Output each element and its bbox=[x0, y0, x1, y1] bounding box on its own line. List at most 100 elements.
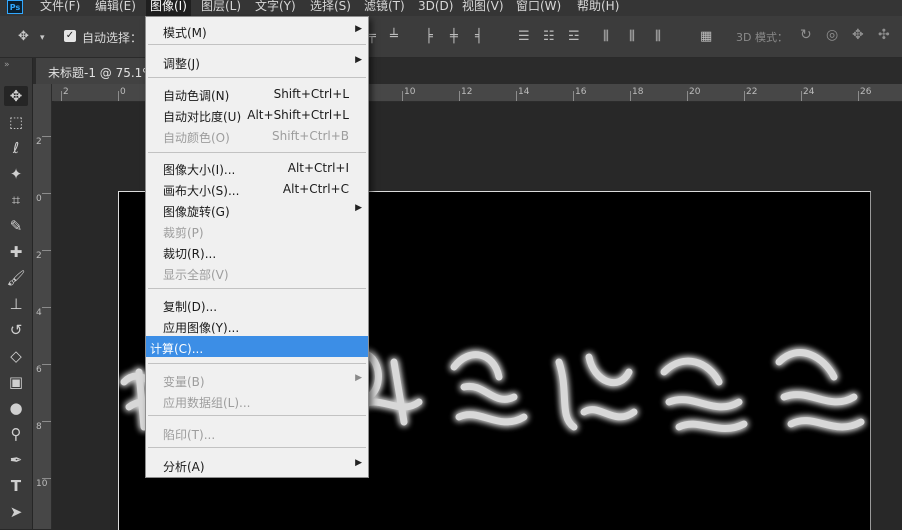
menu-image[interactable]: 图像(I) bbox=[146, 0, 191, 16]
auto-select-checkbox[interactable]: ✓ bbox=[64, 30, 76, 42]
menu-item-label: 变量(B) bbox=[163, 375, 205, 389]
menu-item-label: 模式(M) bbox=[163, 26, 207, 40]
distribute-left-icon[interactable]: ⫼ bbox=[603, 29, 609, 44]
clone-stamp-tool-icon[interactable]: ⊥ bbox=[4, 294, 28, 314]
ruler-h-label: 16 bbox=[575, 87, 587, 97]
menu-item-trim[interactable]: 裁切(R)... bbox=[146, 241, 368, 262]
gradient-tool-icon[interactable]: ▣ bbox=[4, 372, 28, 392]
menu-item-calculations[interactable]: 计算(C)... bbox=[146, 336, 368, 357]
menu-filter[interactable]: 滤镜(T) bbox=[364, 0, 405, 16]
auto-align-icon[interactable]: ▦ bbox=[700, 29, 712, 44]
ruler-h-label: 18 bbox=[632, 87, 644, 97]
menu-item-label: 自动色调(N) bbox=[163, 89, 230, 103]
distribute-bottom-icon[interactable]: ☲ bbox=[568, 29, 580, 44]
ruler-h-label: 10 bbox=[404, 87, 416, 97]
menu-file[interactable]: 文件(F) bbox=[40, 0, 80, 16]
ruler-v-label: 2 bbox=[36, 137, 42, 147]
submenu-arrow-icon: ▶ bbox=[355, 24, 362, 34]
lasso-tool-icon[interactable]: ℓ bbox=[4, 138, 28, 158]
menu-item-label: 裁切(R)... bbox=[163, 247, 217, 261]
menu-item-label: 裁剪(P) bbox=[163, 226, 204, 240]
pen-tool-icon[interactable]: ✒ bbox=[4, 450, 28, 470]
menu-item-crop: 裁剪(P) bbox=[146, 220, 368, 241]
menu-item-label: 分析(A) bbox=[163, 460, 205, 474]
path-selection-tool-icon[interactable]: ➤ bbox=[4, 502, 28, 522]
ruler-v-label: 8 bbox=[36, 422, 42, 432]
3d-roll-icon[interactable]: ◎ bbox=[826, 27, 838, 43]
marquee-tool-icon[interactable]: ⬚ bbox=[4, 112, 28, 132]
ruler-h-label: 26 bbox=[860, 87, 872, 97]
menu-item-label: 图像旋转(G) bbox=[163, 205, 230, 219]
menu-item-apply-data-set: 应用数据组(L)... bbox=[146, 390, 368, 411]
type-tool-icon[interactable]: T bbox=[4, 476, 28, 496]
3d-slide-icon[interactable]: ✣ bbox=[878, 27, 890, 43]
menu-item-image-rotation[interactable]: 图像旋转(G) ▶ bbox=[146, 199, 368, 220]
crop-tool-icon[interactable]: ⌗ bbox=[4, 190, 28, 210]
align-right-icon[interactable]: ╡ bbox=[475, 29, 483, 44]
menu-help[interactable]: 帮助(H) bbox=[577, 0, 619, 16]
3d-rotate-icon[interactable]: ↻ bbox=[800, 27, 812, 43]
menu-item-label: 计算(C)... bbox=[150, 342, 204, 356]
distribute-hcenter-icon[interactable]: ⫼ bbox=[629, 29, 635, 44]
dodge-tool-icon[interactable]: ⚲ bbox=[4, 424, 28, 444]
ruler-h-label: 14 bbox=[518, 87, 530, 97]
menu-item-auto-tone[interactable]: 自动色调(N) Shift+Ctrl+L bbox=[146, 83, 368, 104]
align-hcenter-icon[interactable]: ╪ bbox=[450, 29, 458, 44]
ruler-h-label: 20 bbox=[689, 87, 701, 97]
align-top-icon[interactable]: ╤ bbox=[368, 29, 376, 44]
ruler-v-label: 4 bbox=[36, 308, 42, 318]
menu-window[interactable]: 窗口(W) bbox=[516, 0, 561, 16]
history-brush-tool-icon[interactable]: ↺ bbox=[4, 320, 28, 340]
menu-item-label: 自动对比度(U) bbox=[163, 110, 242, 124]
menu-view[interactable]: 视图(V) bbox=[462, 0, 504, 16]
brush-tool-icon[interactable]: 🖌 bbox=[4, 268, 28, 288]
menu-item-auto-color: 自动颜色(O) Shift+Ctrl+B bbox=[146, 125, 368, 146]
menu-item-label: 图像大小(I)... bbox=[163, 163, 236, 177]
menu-item-label: 复制(D)... bbox=[163, 300, 218, 314]
menu-type[interactable]: 文字(Y) bbox=[255, 0, 296, 16]
menu-item-label: 陷印(T)... bbox=[163, 428, 216, 442]
eraser-tool-icon[interactable]: ◇ bbox=[4, 346, 28, 366]
distribute-right-icon[interactable]: ⫼ bbox=[655, 29, 661, 44]
healing-brush-tool-icon[interactable]: ✚ bbox=[4, 242, 28, 262]
toolbox-collapse-icon[interactable]: » bbox=[4, 60, 10, 70]
menu-item-trap: 陷印(T)... bbox=[146, 422, 368, 443]
menu-3d[interactable]: 3D(D) bbox=[418, 0, 453, 16]
move-tool-icon[interactable]: ✥ bbox=[4, 86, 28, 106]
menu-select[interactable]: 选择(S) bbox=[310, 0, 351, 16]
align-bottom-icon[interactable]: ╧ bbox=[390, 29, 398, 44]
menu-bar: Ps 文件(F) 编辑(E) 图像(I) 图层(L) 文字(Y) 选择(S) 滤… bbox=[0, 0, 902, 16]
menu-edit[interactable]: 编辑(E) bbox=[95, 0, 136, 16]
3d-pan-icon[interactable]: ✥ bbox=[852, 27, 864, 43]
menu-item-duplicate[interactable]: 复制(D)... bbox=[146, 294, 368, 315]
eyedropper-tool-icon[interactable]: ✎ bbox=[4, 216, 28, 236]
auto-select-label: 自动选择： bbox=[82, 31, 143, 45]
magic-wand-tool-icon[interactable]: ✦ bbox=[4, 164, 28, 184]
menu-layer[interactable]: 图层(L) bbox=[201, 0, 241, 16]
menu-item-canvas-size[interactable]: 画布大小(S)... Alt+Ctrl+C bbox=[146, 178, 368, 199]
menu-item-shortcut: Alt+Ctrl+C bbox=[282, 182, 349, 196]
align-left-icon[interactable]: ╞ bbox=[425, 29, 433, 44]
document-tab[interactable]: 未标题-1 @ 75.1% bbox=[36, 58, 154, 84]
document-tab-label: 未标题-1 @ 75.1% bbox=[48, 66, 154, 80]
distribute-top-icon[interactable]: ☰ bbox=[518, 29, 530, 44]
blur-tool-icon[interactable]: ● bbox=[4, 398, 28, 418]
ruler-h-label: 24 bbox=[803, 87, 815, 97]
menu-item-auto-contrast[interactable]: 自动对比度(U) Alt+Shift+Ctrl+L bbox=[146, 104, 368, 125]
ruler-v-label: 6 bbox=[36, 365, 42, 375]
menu-item-reveal-all: 显示全部(V) bbox=[146, 262, 368, 283]
menu-item-apply-image[interactable]: 应用图像(Y)... bbox=[146, 315, 368, 336]
menu-item-analysis[interactable]: 分析(A) ▶ bbox=[146, 454, 368, 475]
menu-item-label: 自动颜色(O) bbox=[163, 131, 230, 145]
menu-item-mode[interactable]: 模式(M) ▶ bbox=[146, 20, 368, 41]
menu-item-label: 应用数据组(L)... bbox=[163, 396, 251, 410]
menu-item-image-size[interactable]: 图像大小(I)... Alt+Ctrl+I bbox=[146, 157, 368, 178]
chevron-down-icon[interactable]: ▾ bbox=[40, 31, 45, 45]
move-tool-preset-icon[interactable]: ✥ bbox=[18, 30, 29, 44]
menu-item-label: 画布大小(S)... bbox=[163, 184, 240, 198]
submenu-arrow-icon: ▶ bbox=[355, 55, 362, 65]
distribute-vcenter-icon[interactable]: ☷ bbox=[543, 29, 555, 44]
ruler-h-label: 2 bbox=[63, 87, 69, 97]
ruler-v-label: 2 bbox=[36, 251, 42, 261]
menu-item-adjust[interactable]: 调整(J) ▶ bbox=[146, 51, 368, 72]
